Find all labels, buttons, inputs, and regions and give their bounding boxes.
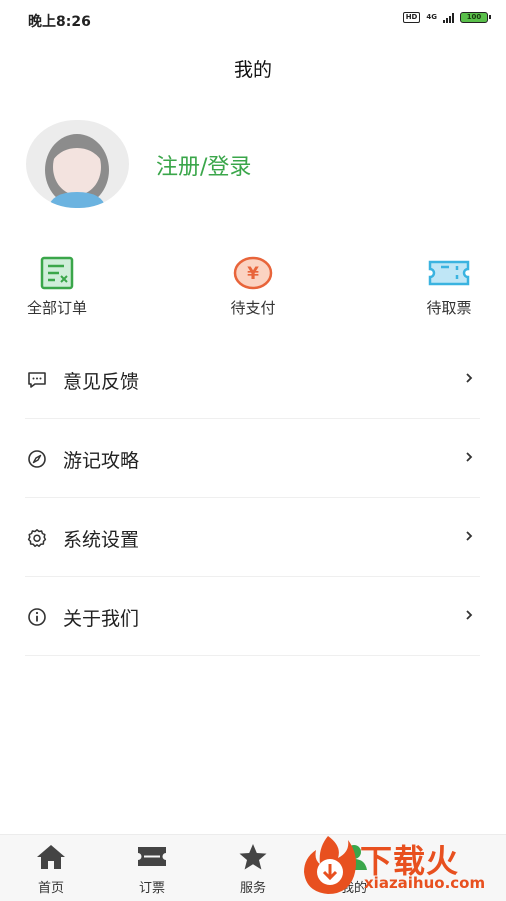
all-orders-label: 全部订单 xyxy=(26,299,87,317)
tab-booking[interactable]: 订票 xyxy=(112,843,192,896)
chevron-right-icon xyxy=(466,373,473,383)
home-icon xyxy=(11,843,91,871)
star-icon xyxy=(213,843,293,871)
yen-coin-icon: ¥ xyxy=(198,255,308,291)
compass-icon xyxy=(28,450,46,468)
watermark-url: xiazaihuo.com xyxy=(364,874,486,892)
menu-item-label: 游记攻略 xyxy=(63,450,140,472)
chevron-right-icon xyxy=(466,531,473,541)
watermark-logo: 下载火 xiazaihuo.com xyxy=(298,832,506,900)
order-shortcuts: 全部订单 ¥ 待支付 待取票 xyxy=(0,255,506,325)
menu-item-travel-guide[interactable]: 游记攻略 xyxy=(25,419,480,498)
signal-icon xyxy=(443,12,454,23)
ticket-icon xyxy=(112,843,192,871)
menu-item-feedback[interactable]: 意见反馈 xyxy=(25,340,480,419)
tab-label: 首页 xyxy=(37,881,64,896)
status-time: 晚上8:26 xyxy=(28,14,91,30)
menu-item-system-settings[interactable]: 系统设置 xyxy=(25,498,480,577)
menu-item-label: 关于我们 xyxy=(63,608,140,630)
battery-icon: 100 xyxy=(460,12,491,23)
tab-label: 订票 xyxy=(138,881,165,896)
menu-item-about-us[interactable]: 关于我们 xyxy=(25,577,480,656)
page-title: 我的 xyxy=(233,59,272,81)
avatar[interactable] xyxy=(26,120,129,208)
hd-icon: HD xyxy=(402,12,421,23)
info-icon xyxy=(28,608,46,626)
flame-logo-icon xyxy=(304,836,356,894)
ticket-icon xyxy=(394,255,504,291)
network-type: 4G xyxy=(426,13,437,21)
status-icons: HD 4G 100 xyxy=(402,12,491,23)
login-register-link[interactable]: 注册/登录 xyxy=(156,149,251,181)
tab-home[interactable]: 首页 xyxy=(11,843,91,896)
pending-ticket-label: 待取票 xyxy=(426,299,472,317)
status-bar: 晚上8:26 HD 4G 100 xyxy=(0,0,506,40)
pending-ticket-button[interactable]: 待取票 xyxy=(394,255,504,318)
tab-label: 服务 xyxy=(239,881,266,896)
menu-item-label: 意见反馈 xyxy=(63,371,140,393)
message-icon xyxy=(28,372,46,388)
menu-item-label: 系统设置 xyxy=(63,529,140,551)
all-orders-button[interactable]: 全部订单 xyxy=(2,255,112,318)
chevron-right-icon xyxy=(466,610,473,620)
chevron-right-icon xyxy=(466,452,473,462)
svg-text:¥: ¥ xyxy=(247,264,259,284)
receipt-icon xyxy=(2,255,112,291)
pending-payment-label: 待支付 xyxy=(230,299,276,317)
pending-payment-button[interactable]: ¥ 待支付 xyxy=(198,255,308,318)
tab-services[interactable]: 服务 xyxy=(213,843,293,896)
gear-icon xyxy=(27,529,47,548)
settings-menu: 意见反馈 游记攻略 系统设置 关于我们 xyxy=(25,340,480,656)
